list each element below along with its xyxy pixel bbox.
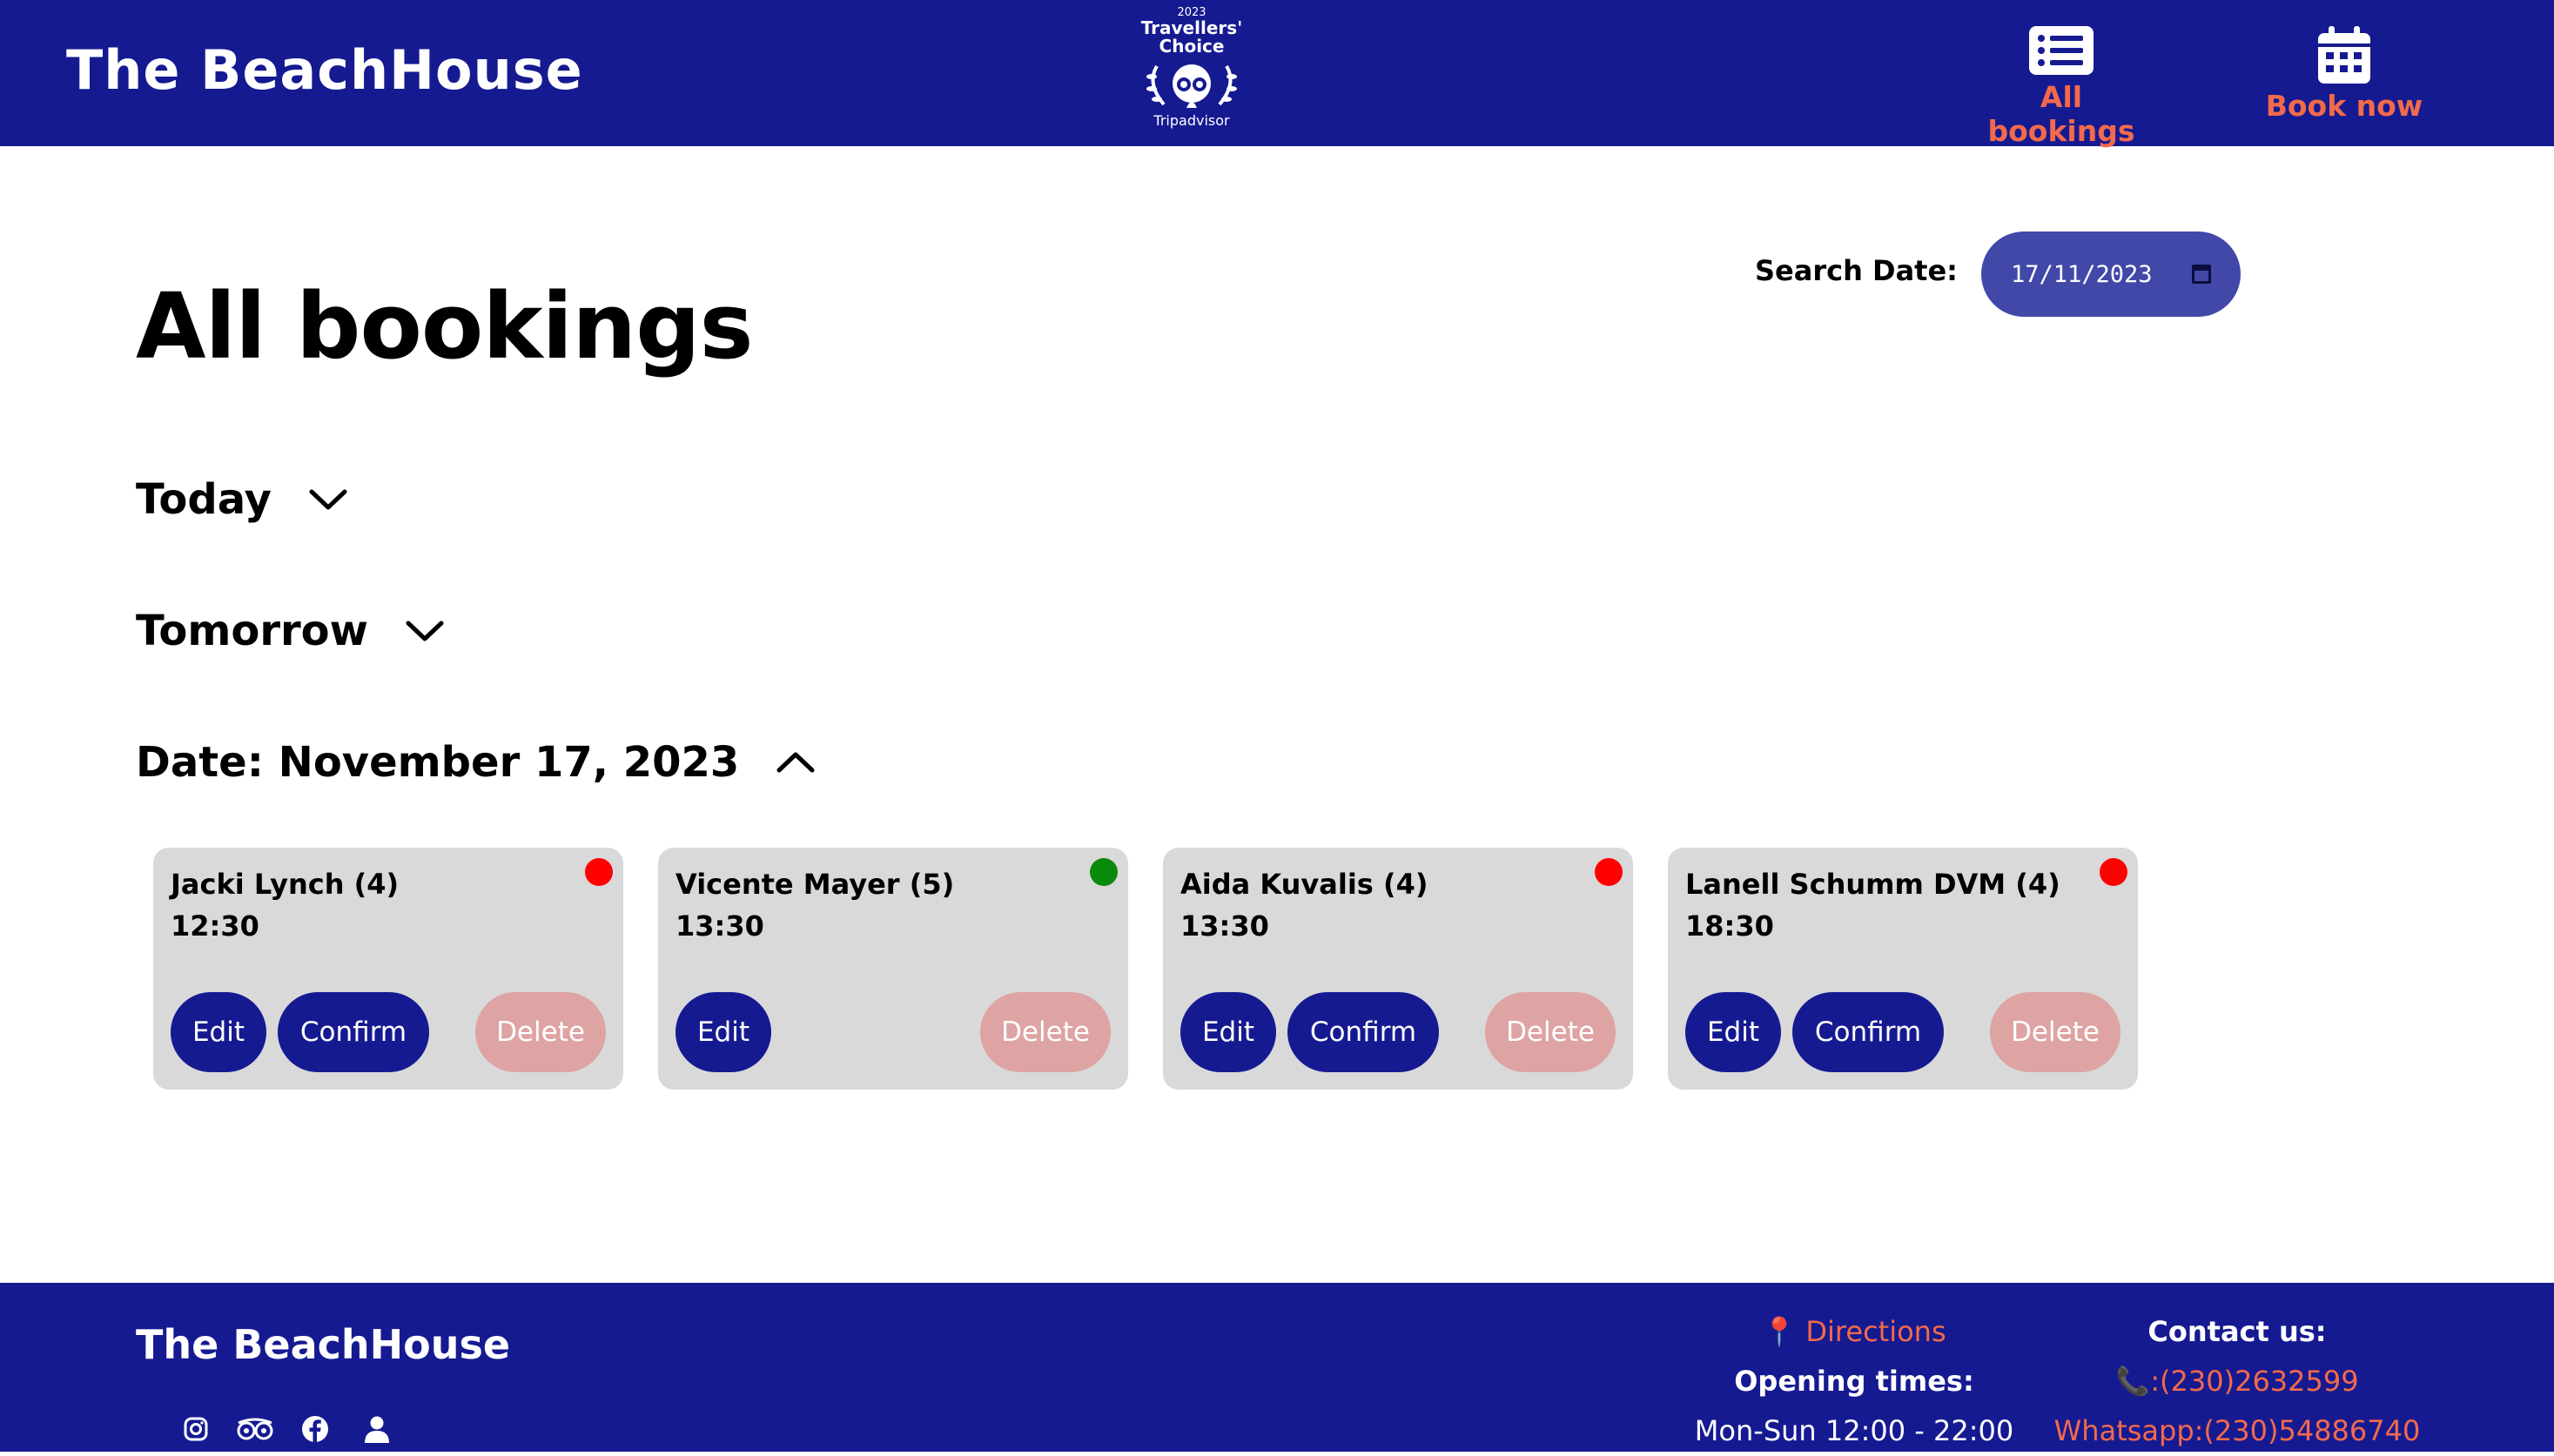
booking-name: Jacki Lynch (4): [171, 868, 400, 901]
edit-button[interactable]: Edit: [675, 992, 771, 1072]
owl-laurel-icon: [1146, 64, 1237, 108]
navbar: The BeachHouse 2023 Travellers' Choice T…: [0, 0, 2554, 148]
instagram-icon[interactable]: [183, 1416, 209, 1446]
directions-label: Directions: [1805, 1315, 1946, 1348]
delete-button[interactable]: Delete: [1990, 992, 2120, 1072]
map-pin-icon: 📍: [1762, 1315, 1806, 1348]
contact-label: Contact us:: [2147, 1315, 2327, 1348]
booking-name: Vicente Mayer (5): [675, 868, 955, 901]
footer-brand: The BeachHouse: [136, 1321, 511, 1368]
badge-title-line1: Travellers': [1140, 17, 1243, 38]
edit-button[interactable]: Edit: [171, 992, 266, 1072]
search-date-value: 17/11/2023: [2011, 260, 2153, 288]
chevron-up-icon: [776, 752, 815, 773]
confirm-button[interactable]: Confirm: [1792, 992, 1944, 1072]
section-date-toggle[interactable]: Date: November 17, 2023: [136, 736, 816, 788]
badge-brand: Tripadvisor: [1153, 112, 1230, 129]
facebook-icon[interactable]: [301, 1415, 329, 1446]
opening-times-label: Opening times:: [1734, 1365, 1974, 1398]
nav-all-bookings[interactable]: All bookings: [1966, 26, 2157, 148]
section-date-label: Date: November 17, 2023: [136, 738, 740, 787]
search-date-label: Search Date:: [1755, 254, 1958, 287]
section-today-toggle[interactable]: Today: [136, 473, 348, 526]
tripadvisor-badge: 2023 Travellers' Choice Tripadvisor: [1132, 7, 1252, 139]
brand-logo[interactable]: The BeachHouse: [66, 38, 583, 102]
nav-all-bookings-label: All bookings: [1987, 80, 2135, 148]
delete-button[interactable]: Delete: [980, 992, 1111, 1072]
phone-link[interactable]: 📞:(230)2632599: [2028, 1357, 2446, 1406]
status-indicator: [585, 858, 613, 886]
calendar-icon: [2318, 26, 2370, 84]
status-indicator: [1595, 858, 1623, 886]
tripadvisor-icon[interactable]: [235, 1416, 275, 1446]
booking-card: Aida Kuvalis (4) 13:30 Edit Confirm Dele…: [1163, 848, 1633, 1090]
page-title: All bookings: [136, 273, 754, 379]
calendar-picker-icon[interactable]: [2192, 265, 2211, 284]
section-tomorrow-label: Tomorrow: [136, 607, 368, 655]
social-links: [183, 1415, 390, 1446]
phone-icon: 📞: [2115, 1365, 2151, 1398]
booking-name: Aida Kuvalis (4): [1180, 868, 1428, 901]
search-date-input[interactable]: 17/11/2023: [1981, 231, 2241, 317]
booking-time: 13:30: [675, 909, 764, 943]
directions-link[interactable]: 📍 Directions: [1671, 1307, 2037, 1357]
badge-title-line2: Choice: [1159, 36, 1225, 57]
list-icon: [2029, 26, 2094, 75]
user-icon[interactable]: [364, 1415, 390, 1446]
whatsapp-link[interactable]: Whatsapp:(230)54886740: [2028, 1406, 2446, 1456]
chevron-down-icon: [406, 621, 444, 641]
booking-card: Jacki Lynch (4) 12:30 Edit Confirm Delet…: [153, 848, 623, 1090]
nav-book-now-label: Book now: [2265, 89, 2423, 123]
delete-button[interactable]: Delete: [475, 992, 606, 1072]
booking-card: Vicente Mayer (5) 13:30 Edit Delete: [658, 848, 1128, 1090]
opening-hours: Mon-Sun 12:00 - 22:00: [1694, 1414, 2014, 1447]
edit-button[interactable]: Edit: [1685, 992, 1781, 1072]
booking-time: 13:30: [1180, 909, 1269, 943]
booking-time: 18:30: [1685, 909, 1774, 943]
nav-book-now[interactable]: Book now: [2262, 26, 2427, 123]
phone-number: :(230)2632599: [2150, 1365, 2359, 1398]
edit-button[interactable]: Edit: [1180, 992, 1276, 1072]
delete-button[interactable]: Delete: [1485, 992, 1616, 1072]
footer: The BeachHouse 📍 Directions Opening time…: [0, 1283, 2554, 1452]
status-indicator: [1090, 858, 1118, 886]
booking-card: Lanell Schumm DVM (4) 18:30 Edit Confirm…: [1668, 848, 2138, 1090]
booking-time: 12:30: [171, 909, 259, 943]
footer-hours-column: 📍 Directions Opening times: Mon-Sun 12:0…: [1671, 1307, 2037, 1456]
chevron-down-icon: [309, 489, 347, 510]
confirm-button[interactable]: Confirm: [1287, 992, 1439, 1072]
footer-contact-column: Contact us: 📞:(230)2632599 Whatsapp:(230…: [2028, 1307, 2446, 1456]
status-indicator: [2100, 858, 2127, 886]
section-tomorrow-toggle[interactable]: Tomorrow: [136, 605, 445, 657]
section-today-label: Today: [136, 475, 272, 524]
confirm-button[interactable]: Confirm: [278, 992, 429, 1072]
booking-name: Lanell Schumm DVM (4): [1685, 868, 2060, 901]
